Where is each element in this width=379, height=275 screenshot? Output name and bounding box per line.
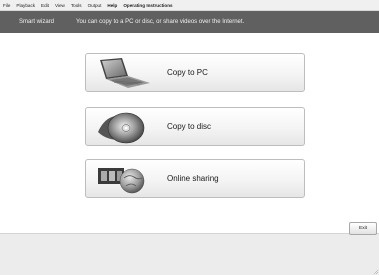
online-sharing-button[interactable]: Online sharing — [85, 159, 305, 198]
copy-to-pc-label: Copy to PC — [167, 68, 208, 77]
exit-button[interactable]: Exit — [349, 222, 377, 235]
menu-bar: File Playback Edit View Tools Output Hel… — [0, 0, 379, 11]
menu-edit[interactable]: Edit — [41, 3, 49, 8]
wizard-title: Smart wizard — [19, 19, 55, 25]
menu-help[interactable]: Help — [107, 3, 117, 8]
menu-output[interactable]: Output — [88, 3, 102, 8]
wizard-header: Smart wizard You can copy to a PC or dis… — [0, 11, 379, 33]
copy-to-disc-label: Copy to disc — [167, 122, 212, 131]
online-sharing-label: Online sharing — [167, 174, 219, 183]
laptop-icon — [100, 58, 150, 88]
copy-to-disc-button[interactable]: Copy to disc — [85, 107, 305, 146]
menu-playback[interactable]: Playback — [16, 3, 35, 8]
globe-film-icon — [98, 168, 145, 194]
menu-file[interactable]: File — [3, 3, 10, 8]
main-panel: Copy to PC Copy to disc Online sharing — [0, 33, 379, 233]
disc-icon — [98, 112, 145, 144]
footer-bar — [0, 233, 379, 275]
wizard-message: You can copy to a PC or disc, or share v… — [76, 19, 245, 25]
copy-to-pc-button[interactable]: Copy to PC — [85, 53, 305, 92]
menu-tools[interactable]: Tools — [71, 3, 82, 8]
resize-grip-icon[interactable] — [373, 269, 378, 274]
menu-view[interactable]: View — [55, 3, 65, 8]
menu-operating-instructions[interactable]: Operating Instructions — [123, 3, 172, 8]
